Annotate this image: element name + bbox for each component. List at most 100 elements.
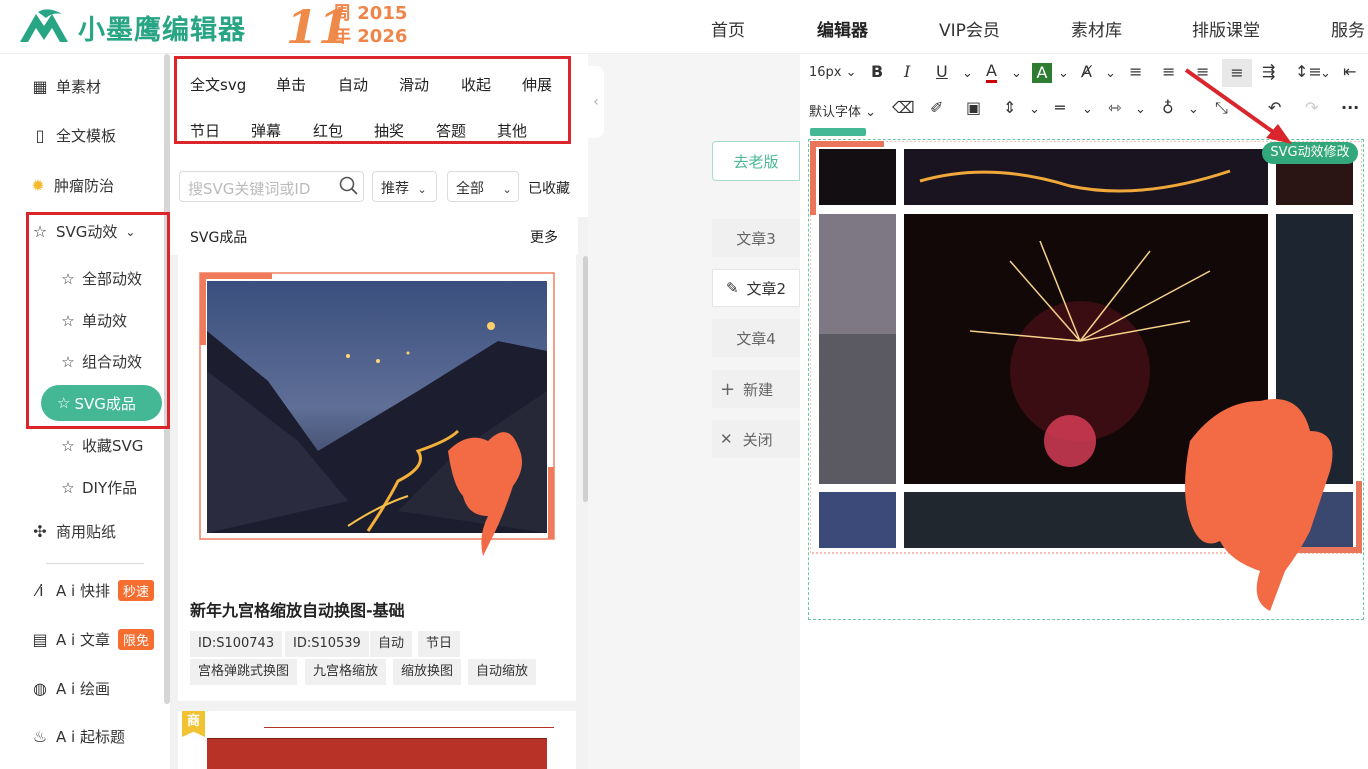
font-family-select[interactable]: 默认字体 ⌄	[809, 101, 876, 120]
puzzle-icon: ✣	[33, 522, 47, 541]
flame-icon: ♨	[32, 727, 48, 746]
sidebar-item-ai-title[interactable]: ♨ A i 起标题	[30, 726, 125, 747]
article-tab-4[interactable]: 文章4	[712, 319, 800, 357]
sidebar-item-ai-layout[interactable]: ⁄i A i 快排 秒速	[30, 580, 154, 601]
article-tab-3[interactable]: 文章3	[712, 219, 800, 257]
sidebar-item-full-template[interactable]: ▯ 全文模板	[30, 125, 116, 146]
more-options-icon[interactable]: ···	[1341, 98, 1359, 117]
chevron-down-icon[interactable]: ⌄	[1082, 102, 1093, 117]
card-tag[interactable]: ID:S100743	[190, 631, 283, 657]
bold-icon[interactable]: B	[871, 62, 883, 81]
image-icon[interactable]: ▣	[966, 98, 981, 117]
card-tag[interactable]: 九宫格缩放	[305, 659, 387, 685]
card-tag[interactable]: 缩放换图	[393, 659, 462, 685]
sidebar-item-ai-paint[interactable]: ◍ A i 绘画	[30, 678, 110, 699]
chevron-down-icon[interactable]: ⌄	[1058, 66, 1069, 81]
letter-spacing-icon[interactable]: ⇿	[1108, 98, 1121, 117]
chevron-down-icon[interactable]: ⌄	[1105, 66, 1116, 81]
star-icon: ☆	[61, 478, 75, 497]
edit-icon: ✎	[725, 279, 739, 297]
card-tag[interactable]: 自动缩放	[468, 659, 537, 685]
favorited-filter[interactable]: 已收藏	[528, 178, 570, 198]
format-brush-icon[interactable]: ✐	[930, 98, 943, 117]
anniversary-badge: 周 2015 年 2026	[333, 2, 407, 48]
line-height-icon[interactable]: ↕≡	[1295, 62, 1322, 81]
sidebar-divider	[46, 563, 144, 564]
card-tag[interactable]: 节日	[418, 631, 461, 657]
card-thumbnail-image[interactable]	[198, 271, 558, 583]
sidebar-sub-diy-works[interactable]: ☆ DIY作品	[58, 477, 137, 498]
divider-icon[interactable]: ═	[1055, 98, 1065, 117]
chevron-down-icon: ⌄	[502, 183, 512, 196]
sort-dropdown[interactable]: 推荐 ⌄	[372, 171, 437, 202]
font-color-icon[interactable]: A	[986, 62, 997, 83]
background-color-icon[interactable]: A	[1032, 63, 1052, 83]
search-input[interactable]: 搜SVG关键词或ID	[179, 171, 364, 202]
collapse-panel-button[interactable]: ‹	[588, 66, 604, 138]
sidebar-item-tumor[interactable]: ✹ 肿瘤防治	[28, 175, 114, 196]
new-article-button[interactable]: + 新建	[712, 370, 800, 408]
clear-format-icon[interactable]: ⇤	[1343, 62, 1356, 81]
redo-icon[interactable]: ↷	[1305, 98, 1318, 117]
chevron-down-icon: ⌄	[865, 105, 877, 120]
article-tab-2[interactable]: ✎ 文章2	[712, 269, 800, 307]
italic-icon[interactable]: I	[904, 62, 910, 81]
sidebar-item-label: A i 起标题	[56, 728, 125, 746]
lightbulb-icon[interactable]: ♁	[1162, 98, 1174, 117]
svg-preview-image[interactable]	[810, 141, 1362, 615]
align-center-icon[interactable]: ≡	[1162, 62, 1175, 81]
nav-home[interactable]: 首页	[711, 16, 745, 41]
search-icon[interactable]	[339, 176, 359, 196]
sun-icon: ✹	[31, 176, 45, 195]
sidebar-item-label: 全文模板	[56, 127, 117, 145]
chevron-down-icon[interactable]: ⌄	[1011, 66, 1022, 81]
card-tag[interactable]: 宫格弹跳式换图	[190, 659, 298, 685]
nav-service[interactable]: 服务	[1331, 16, 1368, 41]
card-tag[interactable]: ID:S10539	[285, 631, 369, 657]
sidebar-item-single-material[interactable]: ▦ 单素材	[30, 76, 101, 97]
more-link[interactable]: 更多	[530, 227, 558, 247]
filter-value: 全部	[456, 181, 484, 197]
align-left-icon[interactable]: ≡	[1129, 62, 1142, 81]
close-article-button[interactable]: ✕ 关闭	[712, 420, 800, 458]
nav-materials[interactable]: 素材库	[1071, 16, 1122, 41]
top-header: 小墨鹰编辑器 11 周 2015 年 2026 首页 编辑器 VIP会员 素材库…	[0, 0, 1368, 54]
list-scrollbar[interactable]	[583, 256, 588, 502]
underline-icon[interactable]: U	[936, 62, 948, 81]
spacing-icon[interactable]: ⇕	[1003, 98, 1016, 117]
card2-thumbnail-image[interactable]	[207, 738, 547, 769]
chevron-down-icon[interactable]: ⌄	[962, 66, 973, 81]
sidebar-item-ai-article[interactable]: ▤ A i 文章 限免	[30, 629, 154, 650]
chevron-down-icon[interactable]: ⌄	[1320, 66, 1331, 81]
font-size-select[interactable]: 16px ⌄	[809, 65, 857, 80]
card2-frame-line	[264, 727, 554, 728]
old-version-button[interactable]: 去老版	[712, 141, 800, 181]
logo-eagle-icon[interactable]	[18, 8, 70, 44]
anniversary-year-end: 2026	[357, 26, 408, 47]
nav-vip[interactable]: VIP会员	[939, 16, 1000, 41]
chevron-down-icon: ⌄	[417, 183, 427, 196]
article-tab-label: 文章4	[736, 329, 776, 348]
filter-dropdown[interactable]: 全部 ⌄	[447, 171, 519, 202]
font-family-value: 默认字体	[809, 105, 862, 120]
star-icon: ☆	[61, 436, 75, 455]
sidebar-sub-favorite-svg[interactable]: ☆ 收藏SVG	[58, 435, 143, 456]
chevron-down-icon[interactable]: ⌄	[1135, 102, 1146, 117]
text-effect-icon[interactable]: Ⱥ	[1081, 62, 1092, 81]
new-article-label: 新建	[743, 380, 774, 399]
logo-text[interactable]: 小墨鹰编辑器	[78, 8, 246, 47]
card-title[interactable]: 新年九宫格缩放自动换图-基础	[190, 597, 405, 621]
palette-icon: ◍	[33, 679, 47, 698]
eraser-icon[interactable]: ⌫	[892, 98, 915, 117]
sidebar-item-stickers[interactable]: ✣ 商用贴纸	[30, 521, 116, 542]
chevron-left-icon: ‹	[593, 94, 599, 110]
font-size-value: 16px	[809, 65, 842, 80]
sidebar-sub-label: 收藏SVG	[82, 437, 144, 455]
block-handle[interactable]	[810, 128, 866, 136]
card-tag[interactable]: 自动	[370, 631, 413, 657]
nav-course[interactable]: 排版课堂	[1192, 16, 1260, 41]
close-icon: ✕	[720, 430, 733, 448]
sidebar-item-label: A i 绘画	[56, 680, 110, 698]
chevron-down-icon[interactable]: ⌄	[1029, 102, 1040, 117]
nav-editor[interactable]: 编辑器	[817, 16, 868, 41]
